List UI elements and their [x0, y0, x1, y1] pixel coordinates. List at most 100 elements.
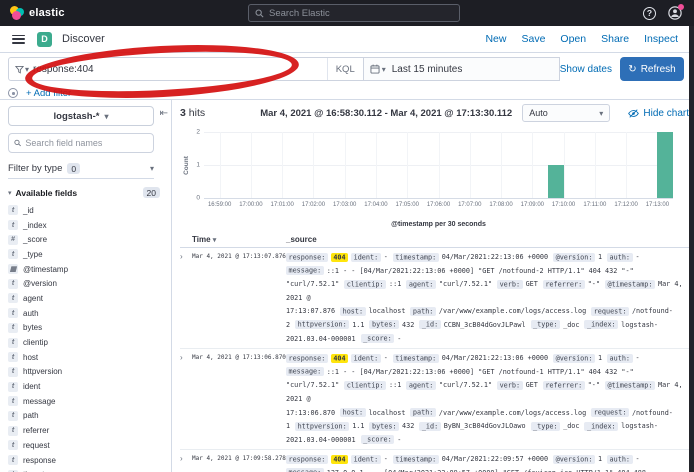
field-item-_id[interactable]: t_id: [8, 203, 165, 218]
query-field[interactable]: [33, 64, 323, 75]
field-search-box[interactable]: [8, 133, 154, 153]
refresh-button[interactable]: ↻ Refresh: [620, 57, 684, 81]
field-item-clientip[interactable]: tclientip: [8, 335, 165, 350]
query-language-label[interactable]: KQL: [327, 58, 357, 80]
field-value: 1: [598, 253, 602, 261]
x-tick-label: 17:00:00: [239, 202, 262, 208]
histogram-bar-17:13:00[interactable]: [657, 132, 673, 198]
time-range-picker[interactable]: ▾ Last 15 minutes: [364, 57, 560, 81]
field-name: message: [23, 397, 55, 406]
filter-by-type[interactable]: Filter by type 0 ▾: [8, 159, 154, 179]
histogram-bar-17:09:30[interactable]: [548, 165, 564, 198]
field-item-timestamp[interactable]: ttimestamp: [8, 467, 165, 472]
elastic-logo[interactable]: elastic: [10, 6, 65, 20]
histogram-chart[interactable]: Count 210 16:59:0017:00:0017:01:0017:02:…: [180, 126, 689, 230]
interval-select[interactable]: Auto ▾: [522, 104, 610, 122]
field-item-referrer[interactable]: treferrer: [8, 423, 165, 438]
time-column-header[interactable]: Time ▾: [192, 235, 280, 244]
field-type-icon: t: [8, 382, 18, 392]
field-name: _index: [23, 221, 47, 230]
field-item-host[interactable]: thost: [8, 350, 165, 365]
nav-action-share[interactable]: Share: [601, 33, 629, 45]
hide-chart-button[interactable]: Hide chart: [628, 108, 689, 119]
discover-app-badge[interactable]: D: [37, 32, 52, 47]
saved-query-menu-icon[interactable]: ▾: [15, 65, 29, 74]
gridline: [407, 132, 408, 198]
table-row[interactable]: ›Mar 4, 2021 @ 17:09:58.278response:404i…: [180, 450, 689, 472]
field-value: CCBN_3cB04dGovJLPawl: [444, 321, 526, 329]
field-type-icon: t: [8, 440, 18, 450]
index-pattern-select[interactable]: logstash-* ▾: [8, 106, 154, 126]
field-type-icon: t: [8, 279, 18, 289]
calendar-icon[interactable]: ▾: [370, 64, 386, 74]
field-item-bytes[interactable]: tbytes: [8, 321, 165, 336]
discover-main: 3 hits Mar 4, 2021 @ 16:58:30.112 - Mar …: [172, 100, 694, 472]
calendar-icon: ▦: [8, 264, 18, 274]
field-type-icon: t: [8, 411, 18, 421]
field-item-agent[interactable]: tagent: [8, 291, 165, 306]
field-chip: request:: [591, 408, 629, 417]
scrollbar-track[interactable]: [689, 26, 694, 472]
x-tick-label: 17:13:00: [646, 202, 669, 208]
field-value: -: [636, 354, 640, 362]
field-chip: referrer:: [543, 381, 585, 390]
field-chip: @version:: [553, 253, 595, 262]
table-row[interactable]: ›Mar 4, 2021 @ 17:13:06.870response:404i…: [180, 349, 689, 450]
field-item-request[interactable]: trequest: [8, 438, 165, 453]
field-item-_type[interactable]: t_type: [8, 247, 165, 262]
source-column-header[interactable]: _source: [286, 235, 317, 244]
global-search-input[interactable]: [248, 4, 460, 22]
help-icon[interactable]: ?: [643, 7, 656, 20]
field-chip: _index:: [584, 422, 618, 431]
nav-action-inspect[interactable]: Inspect: [644, 33, 678, 45]
field-value: _doc: [563, 321, 579, 329]
expand-row-icon[interactable]: ›: [180, 352, 192, 447]
field-type-icon: t: [8, 293, 18, 303]
collapse-sidebar-icon[interactable]: ⇤: [160, 108, 168, 119]
field-chip: host:: [340, 307, 365, 316]
field-value: GET: [526, 280, 538, 288]
field-value: /var/www/example.com/logs/access.log: [439, 409, 586, 417]
kql-query-input[interactable]: ▾ KQL: [8, 57, 364, 81]
field-item-ident[interactable]: tident: [8, 379, 165, 394]
x-tick-label: 17:03:00: [333, 202, 356, 208]
field-item-_score[interactable]: #_score: [8, 232, 165, 247]
menu-icon[interactable]: [12, 35, 25, 44]
expand-row-icon[interactable]: ›: [180, 453, 192, 472]
gridline: [220, 132, 221, 198]
query-section: ▾ KQL ▾ Last 15 minutes Show dates ↻ Ref…: [0, 53, 694, 100]
field-item-auth[interactable]: tauth: [8, 306, 165, 321]
field-chip: request:: [591, 307, 629, 316]
available-fields-header[interactable]: ▾ Available fields 20: [8, 187, 160, 198]
field-item-message[interactable]: t message: [8, 394, 165, 409]
time-range-value[interactable]: Last 15 minutes: [392, 64, 463, 75]
field-item-@version[interactable]: t@version: [8, 276, 165, 291]
row-time: Mar 4, 2021 @ 17:09:58.278: [192, 453, 280, 472]
field-value: _doc: [563, 422, 579, 430]
field-name: httpversion: [23, 367, 62, 376]
user-avatar[interactable]: [668, 6, 682, 20]
show-dates-link[interactable]: Show dates: [560, 64, 612, 75]
field-chip: _score:: [361, 334, 395, 343]
field-item-response[interactable]: tresponse: [8, 453, 165, 468]
x-tick-label: 17:06:00: [427, 202, 450, 208]
nav-action-new[interactable]: New: [485, 33, 506, 45]
field-type-icon: t: [8, 367, 18, 377]
field-item-_index[interactable]: t_index: [8, 218, 165, 233]
nav-action-save[interactable]: Save: [521, 33, 545, 45]
sort-down-icon[interactable]: ▾: [213, 237, 217, 244]
field-search-input[interactable]: [25, 138, 148, 148]
field-item-httpversion[interactable]: t httpversion: [8, 365, 165, 380]
expand-row-icon[interactable]: ›: [180, 251, 192, 346]
field-type-icon: t: [8, 396, 18, 406]
table-row[interactable]: ›Mar 4, 2021 @ 17:13:07.876response:404i…: [180, 248, 689, 349]
field-item-@timestamp[interactable]: ▦@timestamp: [8, 262, 165, 277]
nav-action-open[interactable]: Open: [560, 33, 586, 45]
filter-options-icon[interactable]: [8, 88, 18, 98]
field-chip: response:: [286, 253, 328, 262]
field-item-path[interactable]: tpath: [8, 409, 165, 424]
y-axis-label: Count: [183, 156, 190, 175]
add-filter-button[interactable]: + Add filter: [26, 88, 71, 99]
global-search-field[interactable]: [269, 8, 453, 19]
refresh-label: Refresh: [641, 64, 676, 75]
